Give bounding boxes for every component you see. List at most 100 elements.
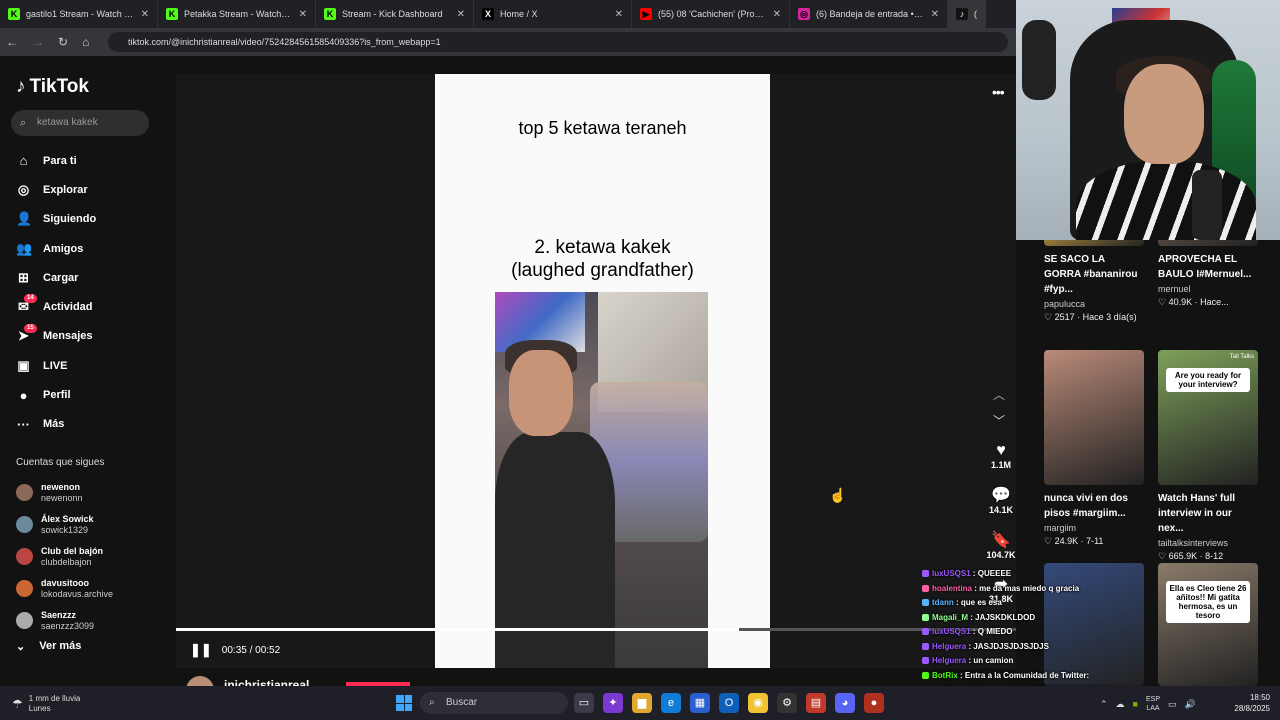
account-username: newenonn <box>41 492 83 503</box>
file-explorer-icon[interactable]: ▆ <box>632 693 652 713</box>
following-list: newenon newenonn Álex Sowick sowick1329 Club… <box>16 476 166 636</box>
task-view-icon[interactable]: ▭ <box>574 693 594 713</box>
app-icon[interactable]: ▤ <box>806 693 826 713</box>
chat-username: BotRix <box>932 670 958 680</box>
weather-widget[interactable]: ☂ 1 mm de lluvia Lunes <box>12 694 80 714</box>
following-account[interactable]: davusitooo lokodavus.archive <box>16 572 166 604</box>
video-thumbnail[interactable] <box>1044 350 1144 485</box>
browser-tab[interactable]: X Home / X ✕ <box>474 0 632 28</box>
video-card-user: margiim <box>1044 523 1077 533</box>
chat-username: Helguera <box>932 656 967 665</box>
close-tab-icon[interactable]: ✕ <box>615 9 623 20</box>
video-card[interactable]: Are you ready for your interview? Tail Ta… <box>1158 350 1258 562</box>
previous-video-icon[interactable]: ︿ <box>993 386 1005 403</box>
tab-favicon-icon: K <box>324 8 336 20</box>
next-video-icon[interactable]: ﹀ <box>993 412 1005 429</box>
language-indicator[interactable]: ESP LAA <box>1146 695 1160 713</box>
sidebar-item-label: Perfil <box>43 389 71 402</box>
outlook-icon[interactable]: O <box>719 693 739 713</box>
following-account[interactable]: newenon newenonn <box>16 476 166 508</box>
see-more-button[interactable]: ⌄ Ver más <box>16 640 81 653</box>
following-account[interactable]: Álex Sowick sowick1329 <box>16 508 166 540</box>
close-tab-icon[interactable]: ✕ <box>773 9 781 20</box>
chevron-up-icon[interactable]: ⌃ <box>1100 699 1108 710</box>
sidebar-item-activity[interactable]: ✉ 14 Actividad <box>16 292 166 321</box>
tab-favicon-icon: K <box>166 8 178 20</box>
notification-badge: 14 <box>24 294 37 304</box>
steam-icon[interactable]: ⚙ <box>777 693 797 713</box>
reload-icon[interactable]: ↻ <box>58 35 68 49</box>
video-card-user: papulucca <box>1044 299 1086 309</box>
following-account[interactable]: Club del bajón clubdelbajon <box>16 540 166 572</box>
sidebar-item-explore[interactable]: ◎ Explorar <box>16 175 166 204</box>
volume-icon[interactable]: 🔊 <box>1185 699 1196 710</box>
network-icon[interactable]: ▭ <box>1168 699 1177 710</box>
sidebar-item-friends[interactable]: 👥 Amigos <box>16 234 166 263</box>
video-progress-bar[interactable] <box>176 628 1016 631</box>
system-clock[interactable]: 18:50 28/8/2025 <box>1224 692 1270 714</box>
browser-tab[interactable]: ♪ (29)K <box>948 0 986 28</box>
close-tab-icon[interactable]: ✕ <box>931 9 939 20</box>
following-account[interactable]: Saenzzz saenzzz3099 <box>16 604 166 636</box>
back-icon[interactable]: ← <box>6 35 18 49</box>
browser-tab[interactable]: ◎ (6) Bandeja de entrada • Chats ✕ <box>790 0 948 28</box>
browser-tab[interactable]: K Stream - Kick Dashboard ✕ <box>316 0 474 28</box>
discord-icon[interactable]: ◕ <box>835 693 855 713</box>
search-input[interactable]: ⌕ ketawa kakek <box>11 110 149 136</box>
video-card[interactable]: nunca vivi en dos pisos #margiim... margi… <box>1044 350 1144 547</box>
forward-icon[interactable]: → <box>32 35 44 49</box>
tiktok-note-icon: ♪ <box>16 76 26 97</box>
sidebar-item-more[interactable]: ··· Más <box>16 410 166 439</box>
chat-badge-icon <box>922 599 929 607</box>
account-name: Club del bajón <box>41 545 103 556</box>
pause-icon[interactable]: ❚❚ <box>190 642 212 658</box>
sidebar-item-messages[interactable]: ➤ 15 Mensajes <box>16 322 166 351</box>
chat-badge-icon <box>922 584 929 592</box>
search-icon: ⌕ <box>429 697 435 708</box>
browser-tab[interactable]: K Petakka Stream - Watch Live o ✕ <box>158 0 316 28</box>
close-tab-icon[interactable]: ✕ <box>457 9 465 20</box>
obs-icon[interactable]: ● <box>864 693 884 713</box>
like-button[interactable]: ♥ 1.1M <box>984 442 1018 470</box>
edge-icon[interactable]: e <box>661 693 681 713</box>
copilot-icon[interactable]: ✦ <box>603 693 623 713</box>
chevron-down-icon: ⌄ <box>16 641 26 653</box>
browser-tab[interactable]: ▶ (55) 08 'Cachichen' (Prod. Reilu ✕ <box>632 0 790 28</box>
chrome-icon[interactable]: ◉ <box>748 693 768 713</box>
heart-icon: ♥ <box>996 442 1006 459</box>
close-tab-icon[interactable]: ✕ <box>141 9 149 20</box>
sidebar-item-upload[interactable]: ⊞ Cargar <box>16 263 166 292</box>
mouse-cursor-icon: ☝ <box>829 487 847 503</box>
chat-message: luxUSQS1 : QUEEEE <box>922 567 1222 582</box>
save-button[interactable]: 🔖 104.7K <box>984 530 1018 560</box>
chat-username: Helguera <box>932 641 967 651</box>
chat-badge-icon <box>922 613 929 621</box>
tab-favicon-icon: K <box>8 8 20 20</box>
home-icon[interactable]: ⌂ <box>82 35 89 49</box>
account-username: lokodavus.archive <box>41 588 114 599</box>
account-username: saenzzz3099 <box>41 620 95 631</box>
browser-tab[interactable]: Kgastilo1 Stream - Watch Live o ✕ <box>0 0 158 28</box>
chat-message: luxUSQS1 : Q MIEDO <box>922 625 1222 640</box>
video-player[interactable]: top 5 ketawa teraneh 2. ketawa kakek (la… <box>435 74 770 668</box>
sidebar-nav: ⌂ Para ti ◎ Explorar 👤 Siguiendo 👥 Amigos ⊞ Carga… <box>16 146 166 439</box>
sidebar-item-live[interactable]: ▣ LIVE <box>16 351 166 380</box>
sidebar-item-profile[interactable]: ● Perfil <box>16 380 166 409</box>
windows-start-icon[interactable] <box>396 695 412 711</box>
store-icon[interactable]: ▦ <box>690 693 710 713</box>
sidebar-item-label: Más <box>43 418 65 431</box>
cloud-icon[interactable]: ☁ <box>1116 699 1125 710</box>
video-thumbnail[interactable]: Are you ready for your interview? Tail Ta… <box>1158 350 1258 485</box>
sidebar-item-following[interactable]: 👤 Siguiendo <box>16 205 166 234</box>
sidebar-item-label: Explorar <box>43 183 88 196</box>
url-field[interactable]: tiktok.com/@inichristianreal/video/75242… <box>108 32 1008 52</box>
close-tab-icon[interactable]: ✕ <box>299 9 307 20</box>
nvidia-icon[interactable]: ■ <box>1133 699 1138 709</box>
more-options-icon[interactable]: ••• <box>992 84 1005 100</box>
sidebar-item-label: Mensajes <box>43 330 93 343</box>
tiktok-logo[interactable]: ♪ TikTok <box>16 76 89 98</box>
comment-button[interactable]: 💬 14.1K <box>984 485 1018 515</box>
taskbar-search[interactable]: ⌕ Buscar <box>420 692 568 714</box>
account-name: Saenzzz <box>41 609 77 620</box>
sidebar-item-home[interactable]: ⌂ Para ti <box>16 146 166 175</box>
